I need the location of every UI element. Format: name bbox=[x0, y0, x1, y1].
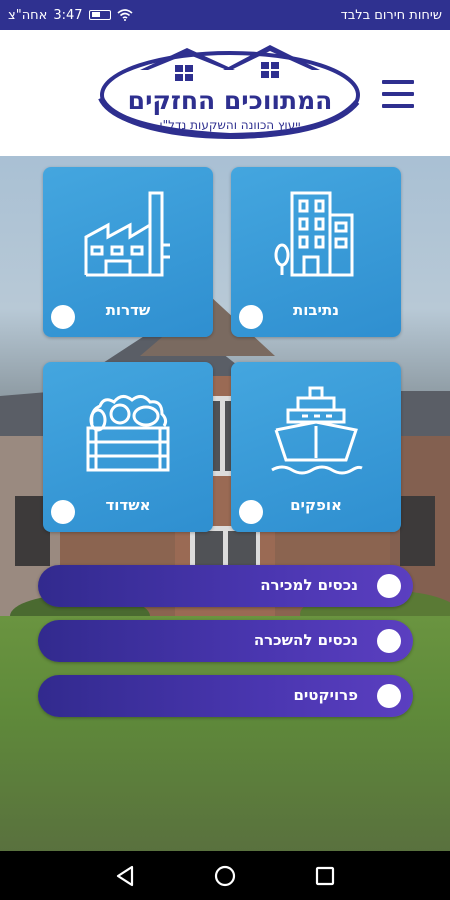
android-nav-bar bbox=[0, 851, 450, 900]
recents-square-icon[interactable] bbox=[312, 863, 338, 889]
logo-subtitle: ייעוץ הכוונה והשקעות נדל"ן bbox=[159, 118, 301, 132]
tile-netivot[interactable]: נתיבות bbox=[231, 167, 401, 337]
ship-icon bbox=[271, 386, 363, 475]
battery-icon bbox=[88, 10, 111, 20]
pill-label: נכסים להשכרה bbox=[253, 631, 358, 649]
status-meridiem: אחה"צ bbox=[8, 7, 48, 23]
logo: המתווכים החזקים ייעוץ הכוונה והשקעות נדל… bbox=[95, 40, 365, 145]
pill-radio[interactable] bbox=[377, 629, 401, 653]
back-triangle-icon[interactable] bbox=[112, 863, 138, 889]
pill-properties-for-rent[interactable]: נכסים להשכרה bbox=[38, 620, 413, 662]
tile-radio[interactable] bbox=[239, 305, 263, 329]
tile-ashdod[interactable]: אשדוד bbox=[43, 362, 213, 532]
vegetable-crate-icon bbox=[86, 395, 170, 472]
status-carrier: שיחות חירום בלבד bbox=[340, 7, 442, 23]
pill-radio[interactable] bbox=[377, 574, 401, 598]
status-bar: אחה"צ 3:47 שיחות חירום בלבד bbox=[0, 0, 450, 30]
pill-projects[interactable]: פרויקטים bbox=[38, 675, 413, 717]
home-circle-icon[interactable] bbox=[212, 863, 238, 889]
app-header: המתווכים החזקים ייעוץ הכוונה והשקעות נדל… bbox=[0, 30, 450, 156]
pill-properties-for-sale[interactable]: נכסים למכירה bbox=[38, 565, 413, 607]
factory-icon bbox=[84, 191, 170, 277]
hamburger-menu-icon[interactable] bbox=[382, 80, 414, 110]
tile-sderot[interactable]: שדרות bbox=[43, 167, 213, 337]
pill-label: נכסים למכירה bbox=[260, 576, 358, 594]
status-left: אחה"צ 3:47 bbox=[8, 8, 133, 23]
status-time: 3:47 bbox=[53, 7, 83, 23]
buildings-icon bbox=[274, 191, 354, 277]
wifi-icon bbox=[117, 9, 133, 21]
tile-radio[interactable] bbox=[239, 500, 263, 524]
pill-label: פרויקטים bbox=[293, 686, 358, 704]
tile-radio[interactable] bbox=[51, 305, 75, 329]
tile-ofakim[interactable]: אופקים bbox=[231, 362, 401, 532]
pill-radio[interactable] bbox=[377, 684, 401, 708]
logo-title: המתווכים החזקים bbox=[127, 86, 333, 115]
tile-radio[interactable] bbox=[51, 500, 75, 524]
